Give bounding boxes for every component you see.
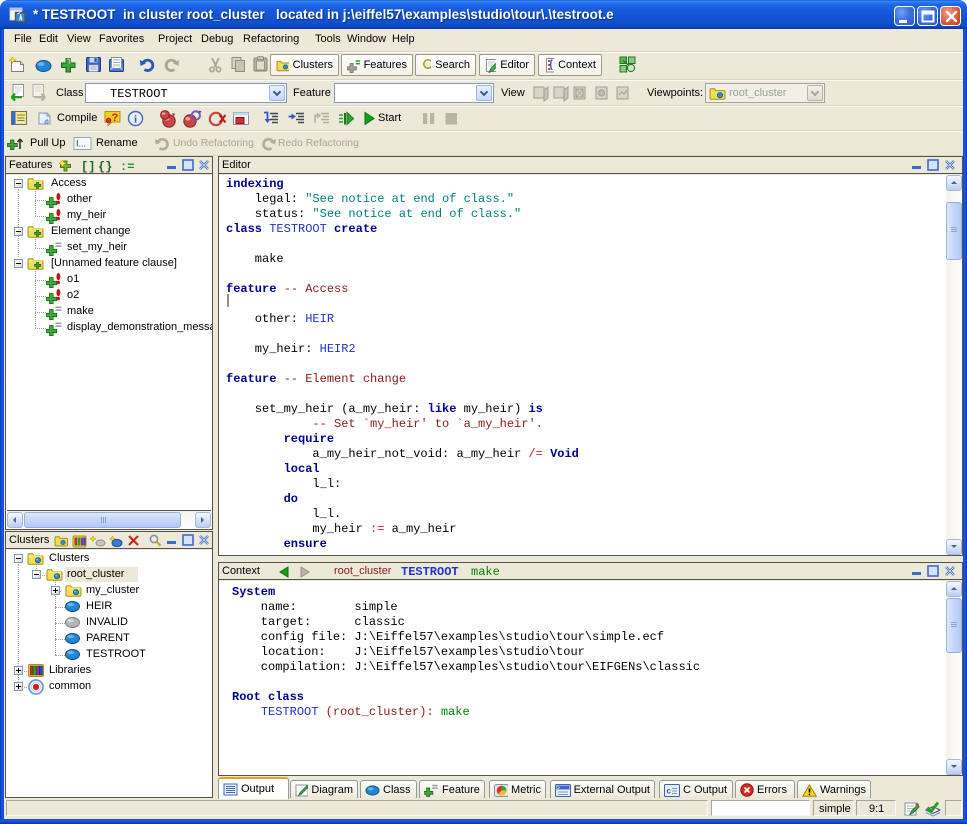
svg-text:c: c bbox=[667, 786, 672, 795]
svg-text:[]: [] bbox=[81, 160, 95, 173]
svg-text::=: := bbox=[120, 160, 134, 173]
svg-text:i: i bbox=[134, 114, 137, 126]
svg-text:I...: I... bbox=[76, 139, 86, 149]
svg-text:?: ? bbox=[112, 112, 119, 124]
svg-text:{}: {} bbox=[98, 160, 112, 173]
svg-text:>_: >_ bbox=[557, 785, 564, 791]
